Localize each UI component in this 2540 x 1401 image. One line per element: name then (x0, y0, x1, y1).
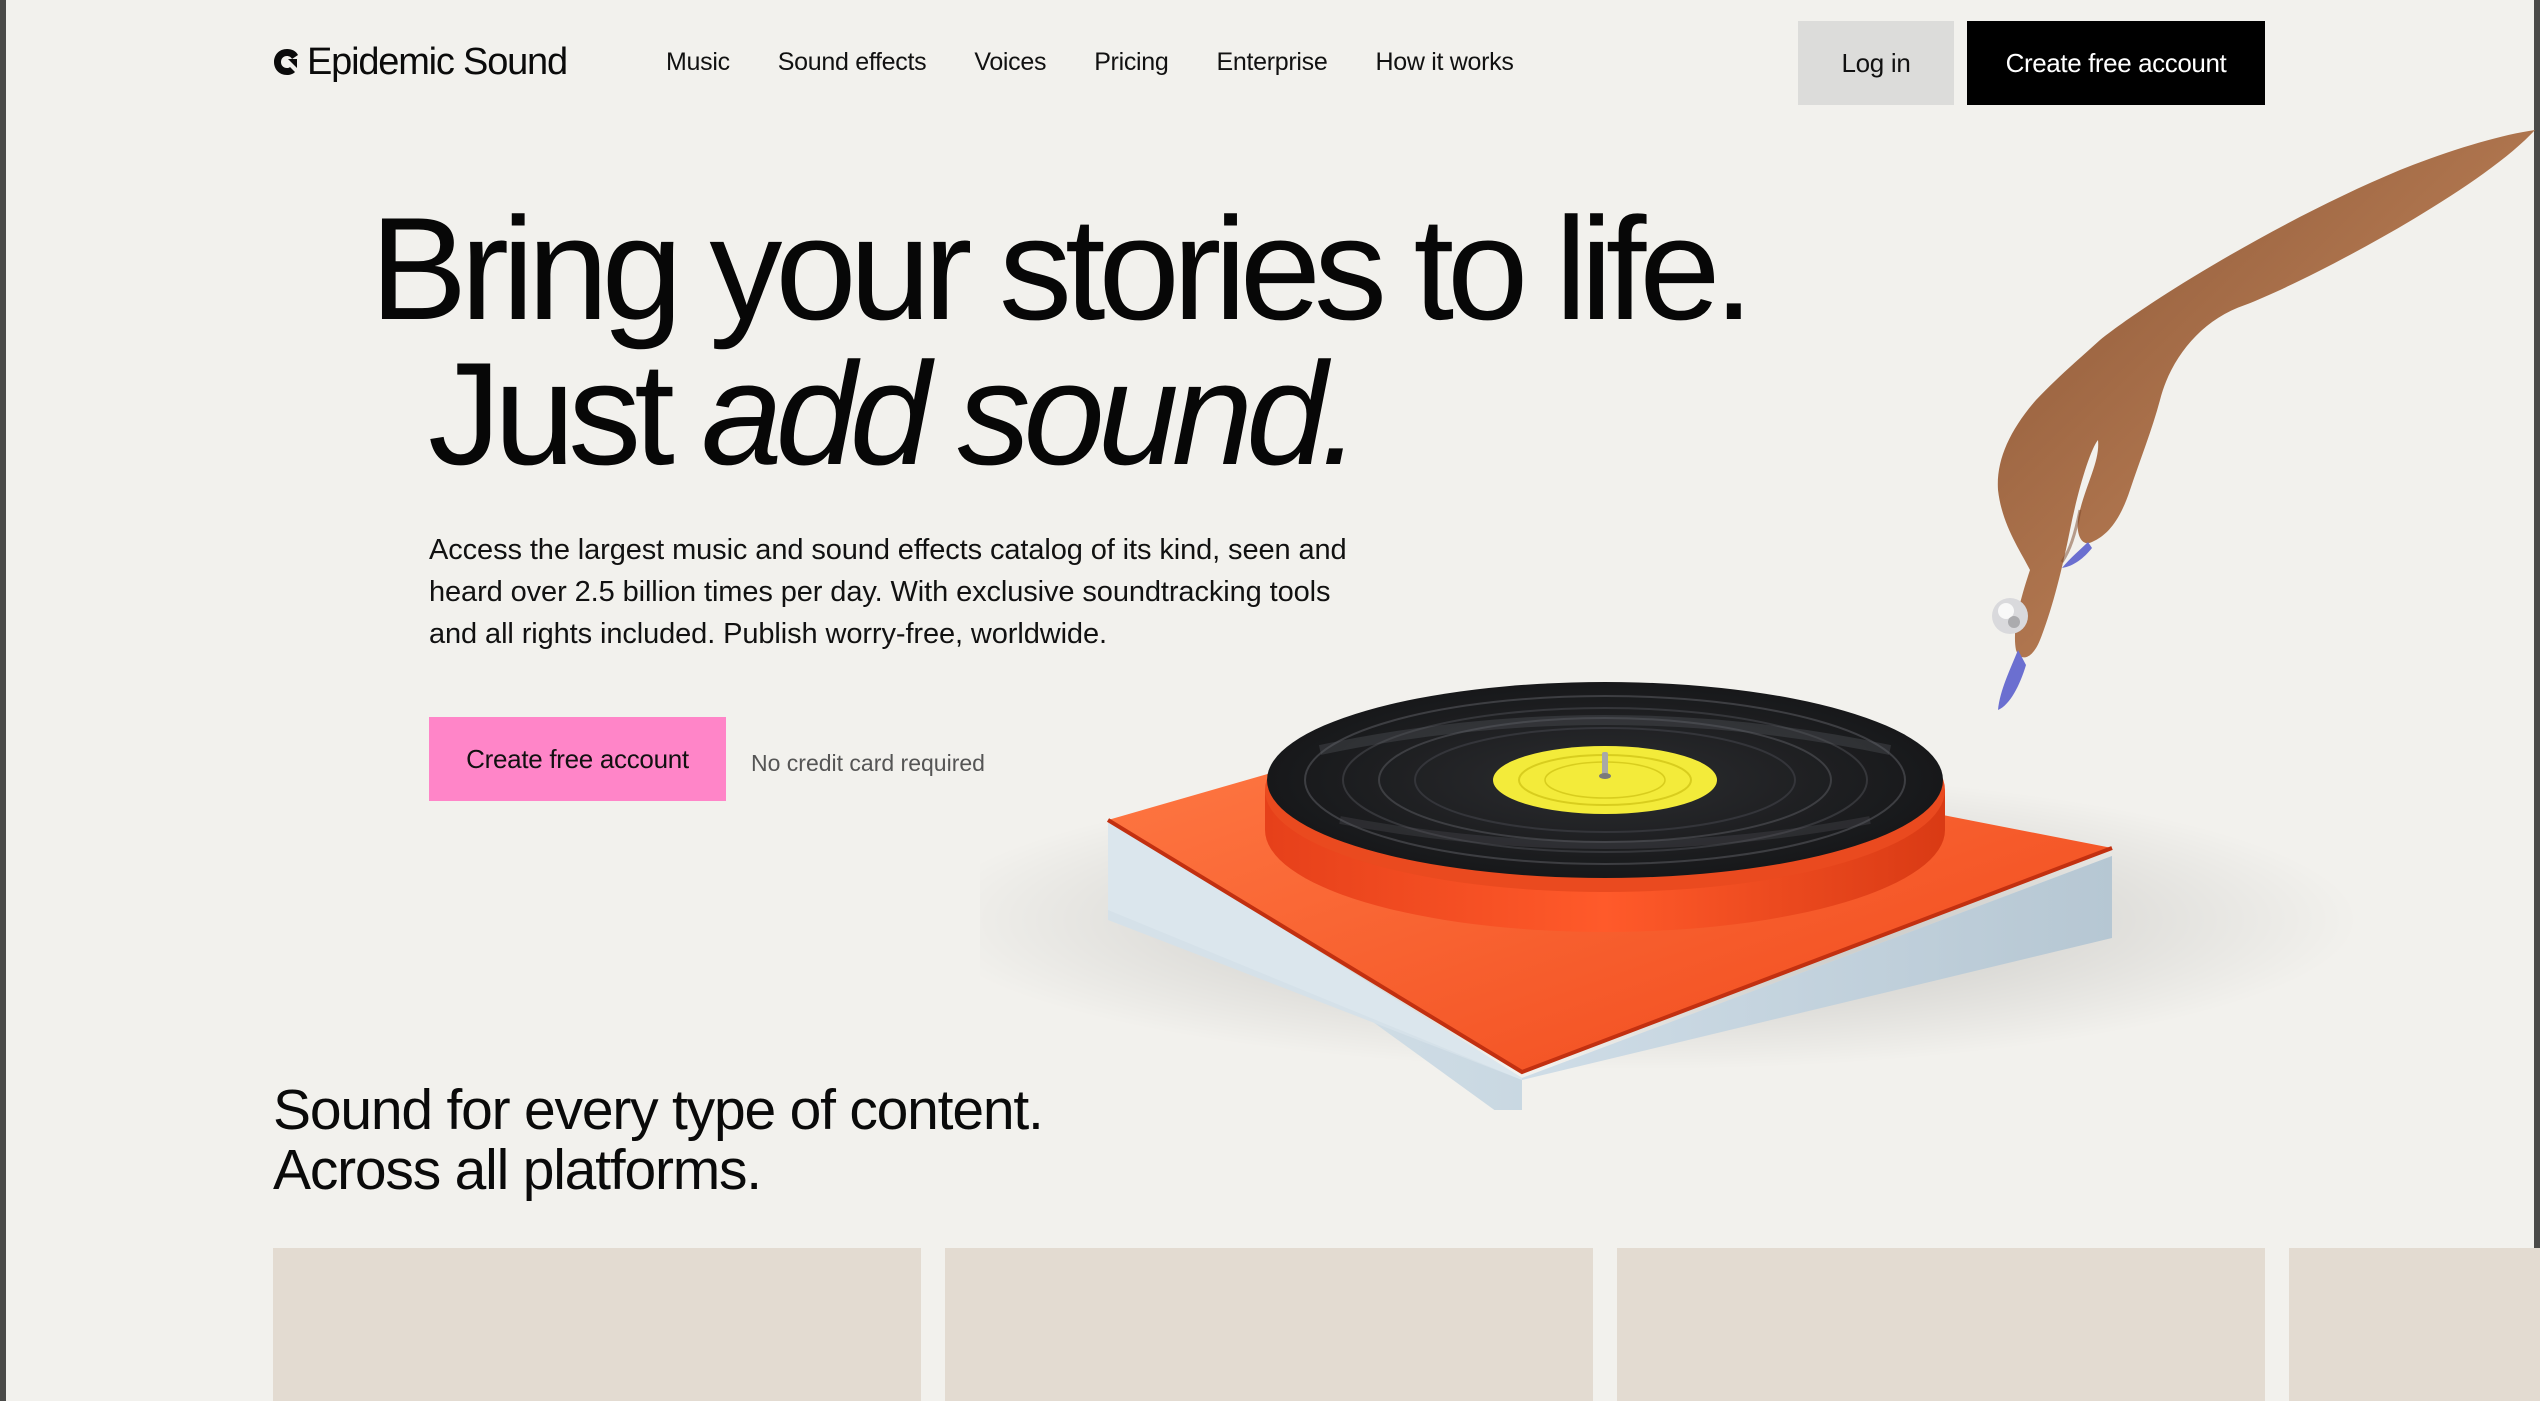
turntable-illustration (980, 130, 2535, 1110)
content-card[interactable] (1617, 1248, 2265, 1401)
content-card[interactable] (273, 1248, 921, 1401)
no-credit-card-note: No credit card required (751, 750, 985, 776)
logo-link[interactable]: Epidemic Sound (273, 37, 568, 87)
nav-item-sound-effects[interactable]: Sound effects (778, 48, 927, 77)
epidemic-sound-logo-icon (274, 49, 298, 75)
section-title-line1: Sound for every type of content. (273, 1078, 1044, 1142)
login-button[interactable]: Log in (1798, 21, 1954, 105)
content-cards (273, 1248, 2540, 1401)
content-card[interactable] (945, 1248, 1593, 1401)
create-account-button-hero[interactable]: Create free account (429, 717, 726, 801)
nav-item-music[interactable]: Music (666, 48, 730, 77)
section-title-line2: Across all platforms. (273, 1138, 762, 1202)
window-border-left (0, 0, 6, 1401)
site-header: Epidemic Sound Music Sound effects Voice… (0, 0, 2540, 125)
hero-title-line2-plain: Just (428, 332, 702, 495)
nav-item-enterprise[interactable]: Enterprise (1217, 48, 1328, 77)
create-account-button-header[interactable]: Create free account (1967, 21, 2265, 105)
nav-item-voices[interactable]: Voices (974, 48, 1046, 77)
content-card[interactable] (2289, 1248, 2540, 1401)
page: Epidemic Sound Music Sound effects Voice… (0, 0, 2540, 1401)
main-nav: Music Sound effects Voices Pricing Enter… (666, 42, 1514, 82)
nav-item-pricing[interactable]: Pricing (1094, 48, 1169, 77)
nav-item-how-it-works[interactable]: How it works (1375, 48, 1513, 77)
logo-text: Epidemic Sound (307, 40, 568, 83)
section-title: Sound for every type of content. Across … (273, 1078, 1044, 1202)
